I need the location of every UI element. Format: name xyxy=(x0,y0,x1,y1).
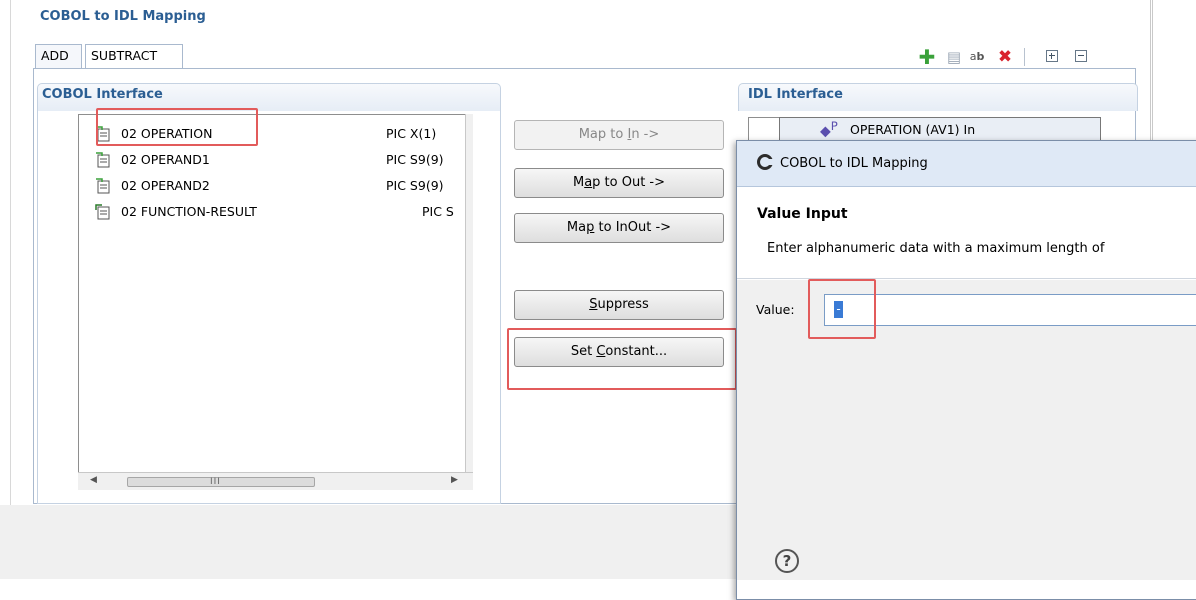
rename-icon[interactable]: ab xyxy=(968,48,986,66)
field-name: 02 OPERAND1 xyxy=(121,152,210,167)
dialog-message: Enter alphanumeric data with a maximum l… xyxy=(767,241,1105,256)
delete-icon[interactable]: ✖ xyxy=(996,48,1014,66)
field-out-icon xyxy=(95,204,110,220)
help-icon[interactable]: ? xyxy=(775,549,799,573)
field-in-icon xyxy=(96,178,110,194)
value-input[interactable] xyxy=(824,294,1196,326)
field-pic: PIC S9(9) xyxy=(386,152,444,167)
value-label: Value: xyxy=(756,302,795,317)
expand-all-icon[interactable] xyxy=(1043,48,1061,66)
field-pic: PIC S xyxy=(422,204,454,219)
field-pic: PIC X(1) xyxy=(386,126,437,141)
app-icon-gap xyxy=(763,159,773,165)
map-to-inout-button[interactable]: Map to InOut -> xyxy=(514,213,724,243)
dialog-heading: Value Input xyxy=(757,206,848,222)
tab-subtract[interactable]: SUBTRACT xyxy=(85,44,183,68)
editor-title: COBOL to IDL Mapping xyxy=(40,9,206,24)
map-to-out-button[interactable]: Map to Out -> xyxy=(514,168,724,198)
dialog-title: COBOL to IDL Mapping xyxy=(780,156,928,171)
idl-interface-title: IDL Interface xyxy=(748,87,843,102)
tree-row-function-result[interactable]: 02 FUNCTION-RESULT PIC S xyxy=(79,201,459,223)
parameter-badge: P xyxy=(830,119,838,133)
field-name: 02 FUNCTION-RESULT xyxy=(121,204,257,219)
scrollbar-thumb[interactable] xyxy=(127,477,315,487)
add-icon[interactable]: ✚ xyxy=(918,47,936,67)
field-pic: PIC S9(9) xyxy=(386,178,444,193)
copy-icon[interactable]: ▤ xyxy=(945,48,963,66)
highlight-operation xyxy=(96,108,258,146)
tree-row-operand1[interactable]: 02 OPERAND1 PIC S9(9) xyxy=(79,149,459,171)
tree-row-operand2[interactable]: 02 OPERAND2 PIC S9(9) xyxy=(79,175,459,197)
highlight-value xyxy=(808,279,876,339)
scroll-right-icon[interactable]: ▶ xyxy=(451,475,458,485)
field-name: 02 OPERAND2 xyxy=(121,178,210,193)
scrollbar-grip: III xyxy=(210,477,221,487)
editor-footer-area xyxy=(0,505,736,579)
cobol-interface-title: COBOL Interface xyxy=(42,87,163,102)
map-to-in-button[interactable]: Map to In -> xyxy=(514,120,724,150)
cobol-tree[interactable]: 02 OPERATION PIC X(1) 02 OPERAND1 PIC S9… xyxy=(78,114,473,490)
parameter-icon: ◆P xyxy=(820,119,838,140)
scroll-left-icon[interactable]: ◀ xyxy=(90,475,97,485)
toolbar-separator xyxy=(1024,48,1025,66)
highlight-set-constant xyxy=(507,328,737,390)
dialog-header xyxy=(737,187,1196,279)
field-in-icon xyxy=(96,152,110,168)
idl-param-name: OPERATION (AV1) In xyxy=(850,122,976,137)
tab-add[interactable]: ADD xyxy=(35,44,82,68)
suppress-button[interactable]: Suppress xyxy=(514,290,724,320)
tree-vertical-scrollbar[interactable] xyxy=(465,114,473,490)
collapse-all-icon[interactable] xyxy=(1072,48,1090,66)
